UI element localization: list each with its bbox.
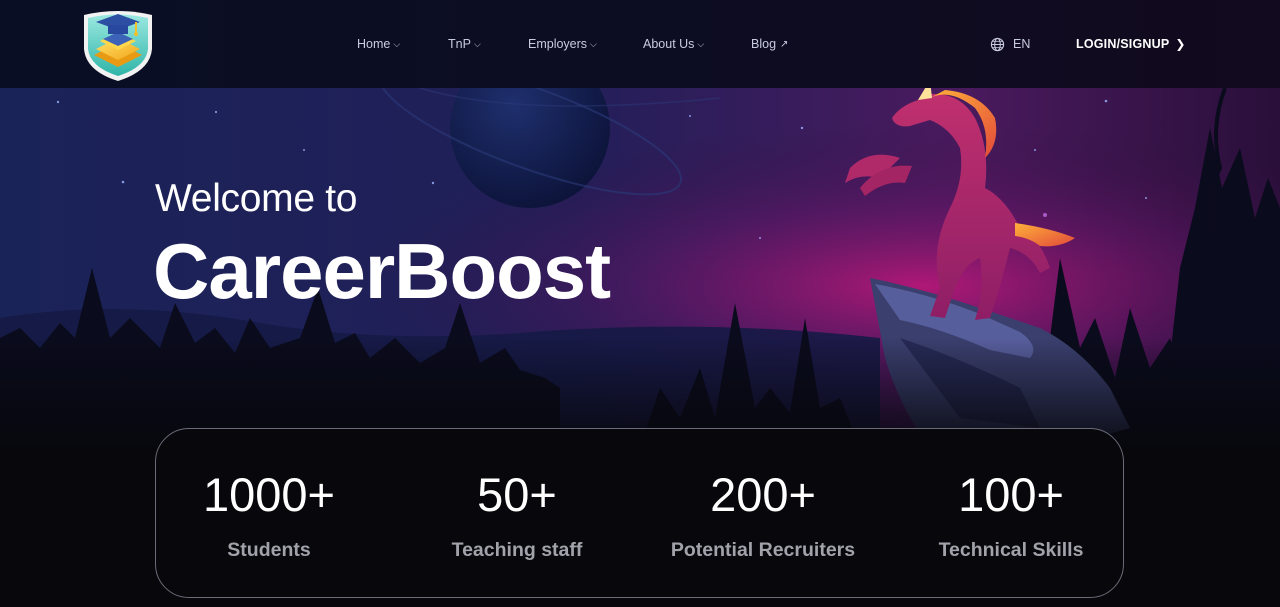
nav-blog-label: Blog xyxy=(751,37,777,51)
nav-about-us[interactable]: About Us ⌵ xyxy=(643,35,704,53)
arrow-up-right-icon: ↗ xyxy=(780,39,789,50)
stat-value: 100+ xyxy=(958,468,1064,521)
stat-label: Potential Recruiters xyxy=(670,539,856,561)
login-signup-button[interactable]: LOGIN/SIGNUP ❯ xyxy=(1076,35,1186,53)
chevron-down-icon: ⌵ xyxy=(393,39,401,49)
globe-icon xyxy=(990,37,1005,51)
stat-value: 200+ xyxy=(710,468,816,521)
language-selector[interactable]: EN xyxy=(990,35,1030,53)
stats-panel: 1000+ Students 50+ Teaching staff 200+ P… xyxy=(155,428,1124,598)
chevron-down-icon: ⌵ xyxy=(590,39,597,49)
page: Home ⌵ TnP ⌵ Employers ⌵ About Us ⌵ Blog ↗ xyxy=(0,0,1280,607)
hero-brand-title: CareerBoost xyxy=(153,227,611,315)
chevron-right-icon: ❯ xyxy=(1175,37,1186,51)
logo-icon[interactable] xyxy=(78,5,158,83)
stat-label: Technical Skills xyxy=(938,539,1084,561)
nav-blog[interactable]: Blog ↗ xyxy=(751,35,788,53)
stat-value: 50+ xyxy=(477,468,557,521)
nav-employers-label: Employers xyxy=(528,37,588,51)
stat-value: 1000+ xyxy=(202,468,335,521)
site-header: Home ⌵ TnP ⌵ Employers ⌵ About Us ⌵ Blog ↗ xyxy=(0,0,1280,88)
nav-tnp[interactable]: TnP ⌵ xyxy=(448,35,481,53)
nav-tnp-label: TnP xyxy=(448,37,471,51)
login-signup-label: LOGIN/SIGNUP xyxy=(1076,37,1170,51)
nav-employers[interactable]: Employers ⌵ xyxy=(528,35,597,53)
nav-about-us-label: About Us xyxy=(643,37,695,51)
stat-label: Students xyxy=(227,539,311,561)
nav-home[interactable]: Home ⌵ xyxy=(357,35,400,53)
chevron-down-icon: ⌵ xyxy=(473,39,481,49)
nav-home-label: Home xyxy=(357,37,391,51)
stat-label: Teaching staff xyxy=(451,539,583,561)
language-label: EN xyxy=(1013,37,1031,51)
chevron-down-icon: ⌵ xyxy=(697,39,705,49)
hero-welcome-text: Welcome to xyxy=(155,177,358,220)
